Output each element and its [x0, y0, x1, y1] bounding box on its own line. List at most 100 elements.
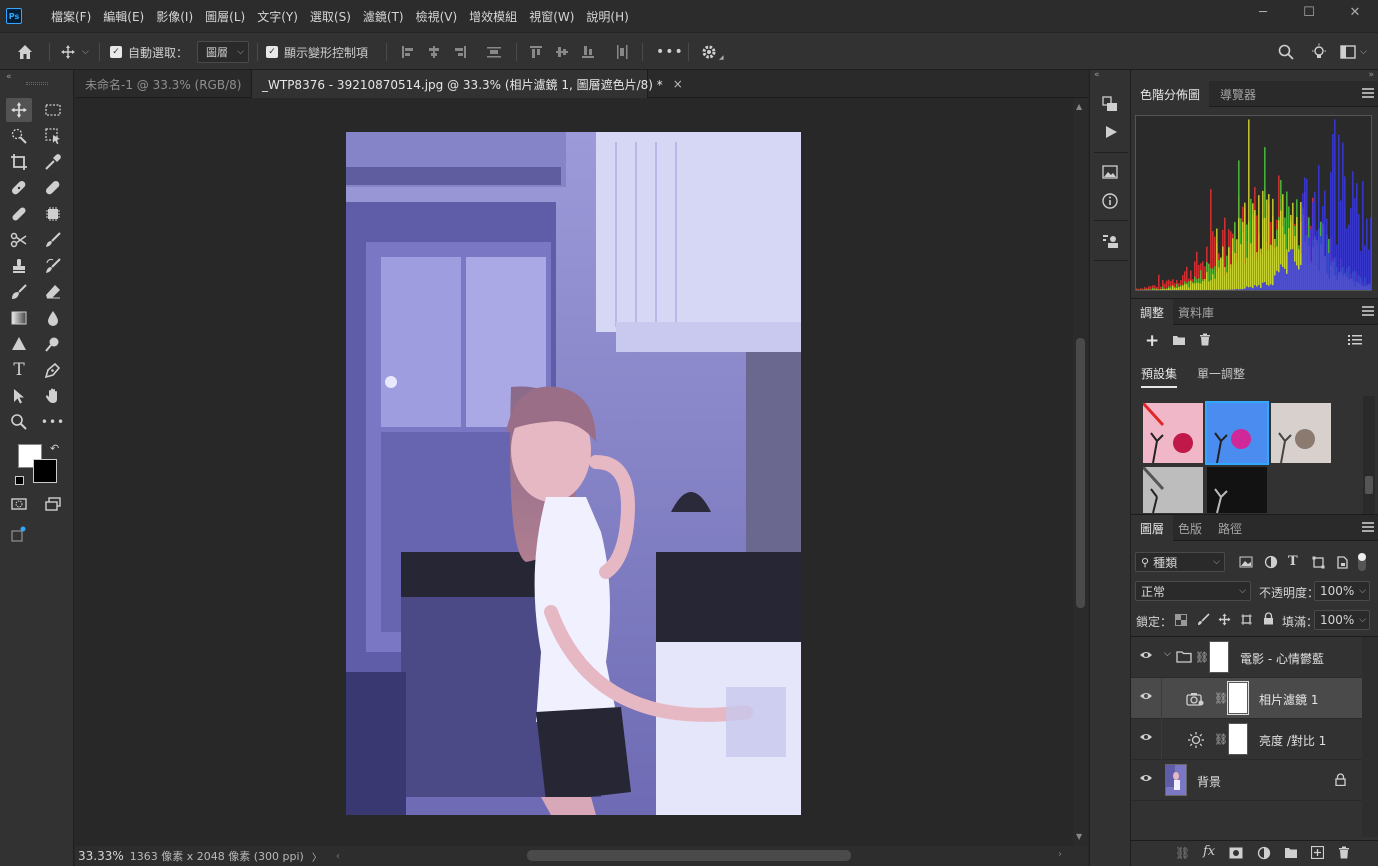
- tab-libraries[interactable]: 資料庫: [1169, 299, 1223, 325]
- default-colors-icon[interactable]: [15, 476, 24, 485]
- auto-select-dropdown[interactable]: 圖層 ⌵: [197, 41, 249, 63]
- expand-icon[interactable]: »: [1368, 70, 1374, 80]
- opacity-input[interactable]: 100% ⌵: [1314, 581, 1370, 601]
- zoom-tool-icon[interactable]: [6, 410, 32, 434]
- layer-row[interactable]: 背景: [1131, 760, 1362, 801]
- subtab-single-adjustment[interactable]: 單一調整: [1197, 365, 1245, 382]
- layer-row-selected[interactable]: ⛓ 相片濾鏡 1: [1131, 678, 1362, 719]
- delete-layer-icon[interactable]: [1338, 846, 1350, 862]
- fill-input[interactable]: 100% ⌵: [1314, 610, 1370, 630]
- trash-icon[interactable]: [1199, 333, 1211, 349]
- history-panel-icon[interactable]: [1101, 95, 1119, 116]
- home-icon[interactable]: [16, 33, 34, 71]
- edit-toolbar-icon[interactable]: [6, 522, 32, 546]
- search-icon[interactable]: [1278, 33, 1294, 71]
- preset-thumbnail[interactable]: [1271, 403, 1331, 464]
- grip-icon[interactable]: [26, 82, 48, 85]
- more-options-button[interactable]: •••: [656, 33, 684, 71]
- screen-mode-icon[interactable]: [40, 492, 66, 516]
- quick-select-tool-icon[interactable]: [6, 124, 32, 148]
- scroll-thumb[interactable]: [1076, 338, 1085, 608]
- chip-tool-icon[interactable]: [40, 202, 66, 226]
- filter-image-icon[interactable]: [1239, 556, 1253, 571]
- add-mask-icon[interactable]: [1229, 847, 1243, 862]
- new-adjustment-icon[interactable]: [1257, 846, 1271, 863]
- link-layers-icon[interactable]: ⛓: [1175, 846, 1190, 860]
- layer-name[interactable]: 相片濾鏡 1: [1259, 691, 1318, 708]
- stamp-tool-icon[interactable]: [6, 254, 32, 278]
- status-arrow-icon[interactable]: 〉: [312, 849, 322, 864]
- auto-select-checkbox[interactable]: ✓ 自動選取：: [110, 33, 188, 71]
- properties-panel-icon[interactable]: [1101, 232, 1119, 253]
- distribute-vertical-icon[interactable]: [614, 33, 630, 71]
- menu-image[interactable]: 影像(I): [150, 8, 199, 25]
- collapse-icon[interactable]: «: [1094, 70, 1100, 80]
- eye-icon[interactable]: [1139, 650, 1153, 664]
- move-tool-preset-icon[interactable]: ⌵: [60, 33, 89, 71]
- hand-tool-icon[interactable]: [40, 384, 66, 408]
- lock-artboard-icon[interactable]: [1240, 613, 1253, 629]
- folder-icon[interactable]: [1172, 334, 1186, 349]
- preset-thumbnail[interactable]: [1141, 401, 1203, 464]
- filter-type-icon[interactable]: T: [1288, 554, 1298, 569]
- scroll-up-icon[interactable]: ▲: [1076, 102, 1082, 111]
- chevron-down-icon[interactable]: ⌵: [1164, 649, 1171, 659]
- document-image[interactable]: [346, 132, 801, 815]
- horizontal-scroll-thumb[interactable]: [527, 850, 851, 861]
- menu-select[interactable]: 選取(S): [304, 8, 357, 25]
- layers-scrollbar[interactable]: [1362, 637, 1378, 837]
- tab-layers[interactable]: 圖層: [1131, 515, 1174, 541]
- lock-position-icon[interactable]: [1218, 613, 1231, 629]
- minimize-button[interactable]: ─: [1240, 0, 1286, 24]
- tab-active-document[interactable]: _WTP8376 - 39210870514.jpg @ 33.3% (相片濾鏡…: [251, 70, 683, 98]
- link-icon[interactable]: ⛓: [1214, 733, 1228, 746]
- bandage-tool-icon[interactable]: [6, 202, 32, 226]
- layer-filter-dropdown[interactable]: ⚲ 種類 ⌵: [1135, 552, 1225, 572]
- preset-thumbnail[interactable]: [1207, 467, 1267, 514]
- tab-adjustments[interactable]: 調整: [1131, 299, 1174, 325]
- align-middle-icon[interactable]: [554, 33, 570, 71]
- eye-icon[interactable]: [1139, 732, 1153, 746]
- quick-mask-icon[interactable]: [6, 492, 32, 516]
- filter-smart-object-icon[interactable]: [1336, 556, 1349, 572]
- menu-help[interactable]: 說明(H): [580, 8, 634, 25]
- canvas-area[interactable]: [75, 98, 1073, 846]
- presets-scrollbar[interactable]: [1363, 396, 1375, 514]
- photoshop-logo[interactable]: Ps: [6, 8, 22, 24]
- crop-tool-icon[interactable]: [6, 150, 32, 174]
- lock-all-icon[interactable]: [1263, 612, 1274, 628]
- lightbulb-icon[interactable]: [1310, 33, 1328, 71]
- menu-layer[interactable]: 圖層(L): [199, 8, 251, 25]
- add-adjustment-icon[interactable]: +: [1145, 331, 1159, 351]
- brush-tool-icon[interactable]: [40, 228, 66, 252]
- tab-histogram[interactable]: 色階分佈圖: [1131, 81, 1210, 107]
- tab-navigator[interactable]: 導覽器: [1211, 81, 1265, 107]
- new-group-icon[interactable]: [1284, 847, 1298, 862]
- layer-mask-thumbnail[interactable]: [1228, 723, 1248, 755]
- menu-file[interactable]: 檔案(F): [45, 8, 97, 25]
- scroll-left-icon[interactable]: ‹: [336, 851, 340, 862]
- move-tool-icon[interactable]: [6, 98, 32, 122]
- show-transform-checkbox[interactable]: ✓ 顯示變形控制項: [266, 33, 368, 71]
- align-right-icon[interactable]: [452, 33, 468, 71]
- play-actions-icon[interactable]: [1103, 124, 1119, 143]
- path-select-tool-icon[interactable]: [6, 384, 32, 408]
- panel-menu-icon[interactable]: [1362, 522, 1374, 532]
- info-icon[interactable]: [1101, 192, 1119, 213]
- pen-tool-icon[interactable]: [40, 358, 66, 382]
- workspace-icon[interactable]: ⌵: [1340, 33, 1367, 71]
- preset-thumbnail[interactable]: [1205, 401, 1269, 465]
- vertical-scrollbar[interactable]: ▲ ▼: [1073, 98, 1088, 846]
- background-color-swatch[interactable]: [33, 459, 57, 483]
- blur-tool-icon[interactable]: [40, 306, 66, 330]
- tab-channels[interactable]: 色版: [1169, 515, 1211, 541]
- layer-name[interactable]: 背景: [1197, 773, 1221, 790]
- lock-transparent-icon[interactable]: [1175, 614, 1187, 629]
- align-center-icon[interactable]: [426, 33, 442, 71]
- menu-view[interactable]: 檢視(V): [410, 8, 464, 25]
- close-button[interactable]: ✕: [1332, 0, 1378, 24]
- link-icon[interactable]: ⛓: [1214, 692, 1228, 705]
- menu-filter[interactable]: 濾鏡(T): [357, 8, 410, 25]
- layer-name[interactable]: 亮度 /對比 1: [1259, 732, 1326, 749]
- fx-icon[interactable]: fx: [1203, 844, 1215, 859]
